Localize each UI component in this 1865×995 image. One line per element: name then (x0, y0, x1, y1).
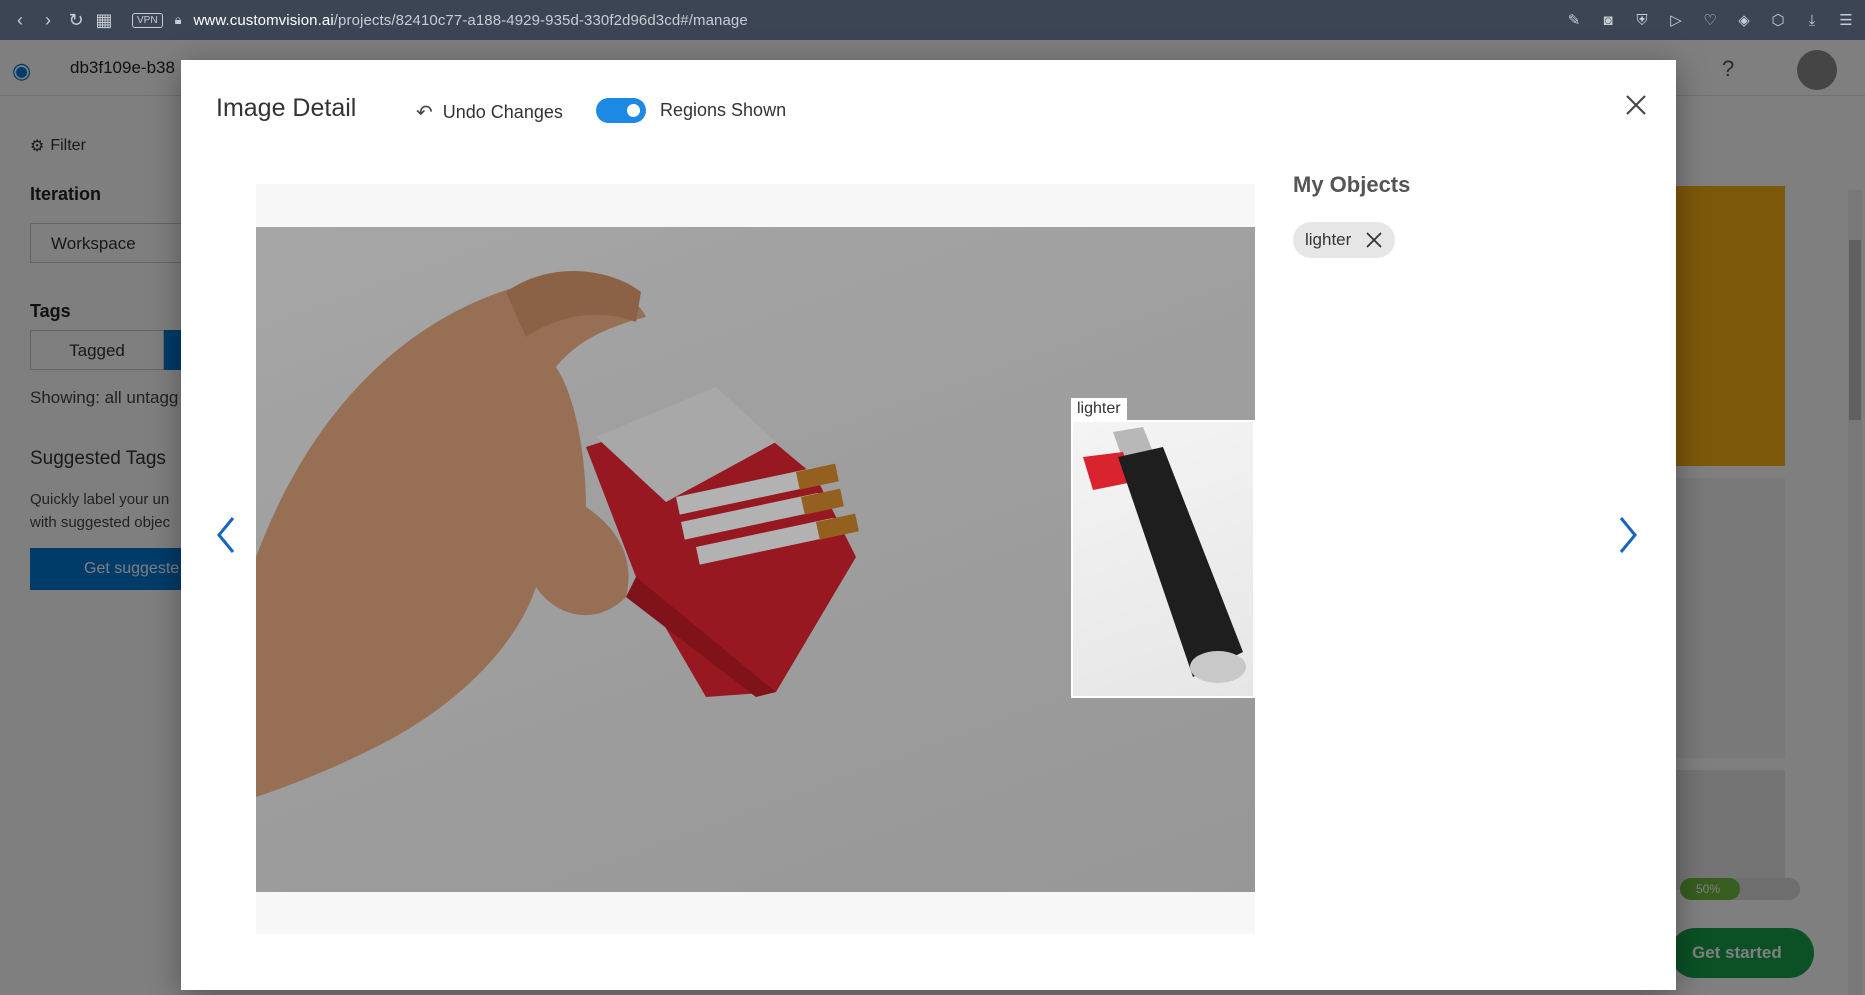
shield-icon[interactable]: ⛨ (1633, 12, 1651, 29)
vpn-badge[interactable]: VPN (132, 12, 163, 28)
bounding-box-lighter[interactable] (1071, 420, 1255, 698)
box-icon[interactable]: ⬡ (1769, 11, 1787, 29)
lock-icon[interactable]: 🔒︎ (175, 12, 182, 28)
undo-changes-button[interactable]: ↶ Undo Changes (416, 100, 563, 125)
undo-icon: ↶ (416, 102, 433, 124)
lighter-illustration (1083, 427, 1246, 683)
heart-icon[interactable]: ♡ (1701, 11, 1719, 29)
forward-icon[interactable]: › (34, 6, 62, 34)
download-icon[interactable]: ⤓ (1803, 12, 1821, 29)
object-tag-label: lighter (1305, 230, 1352, 249)
image-detail-dialog: Image Detail ↶ Undo Changes Regions Show… (181, 60, 1676, 990)
dialog-title: Image Detail (216, 94, 357, 122)
send-icon[interactable]: ▷ (1667, 11, 1685, 29)
extension-badge-icon[interactable]: ◈ (1735, 11, 1753, 29)
camera-icon[interactable]: ◙ (1599, 12, 1617, 29)
regions-toggle-group: Regions Shown (596, 98, 786, 123)
menu-icon[interactable]: ☰ (1837, 11, 1855, 29)
region-tag-label[interactable]: lighter (1071, 398, 1127, 420)
url-path: /projects/82410c77-a188-4929-935d-330f2d… (333, 11, 748, 29)
edit-icon[interactable]: ✎ (1565, 11, 1583, 29)
reload-icon[interactable]: ↻ (62, 6, 90, 34)
regions-toggle[interactable] (596, 98, 646, 123)
extension-icons: ✎ ◙ ⛨ ▷ ♡ ◈ ⬡ ⤓ ☰ (1565, 0, 1855, 40)
tabs-grid-icon[interactable]: ▦ (90, 6, 118, 34)
image-canvas[interactable]: lighter (256, 184, 1255, 934)
undo-label: Undo Changes (442, 102, 563, 122)
address-bar[interactable]: www.customvision.ai/projects/82410c77-a1… (193, 12, 747, 29)
regions-label: Regions Shown (660, 100, 787, 120)
remove-tag-icon[interactable] (1365, 231, 1383, 249)
object-tag-chip[interactable]: lighter (1293, 222, 1396, 258)
my-objects-title: My Objects (1293, 172, 1411, 197)
close-icon[interactable] (1621, 90, 1651, 120)
browser-toolbar: ‹ › ↻ ▦ VPN 🔒︎ www.customvision.ai/proje… (0, 0, 1865, 40)
next-image-icon[interactable] (1613, 510, 1643, 560)
url-domain: www.customvision.ai (193, 11, 334, 29)
back-icon[interactable]: ‹ (6, 6, 34, 34)
previous-image-icon[interactable] (211, 510, 241, 560)
toggle-knob (627, 104, 640, 117)
